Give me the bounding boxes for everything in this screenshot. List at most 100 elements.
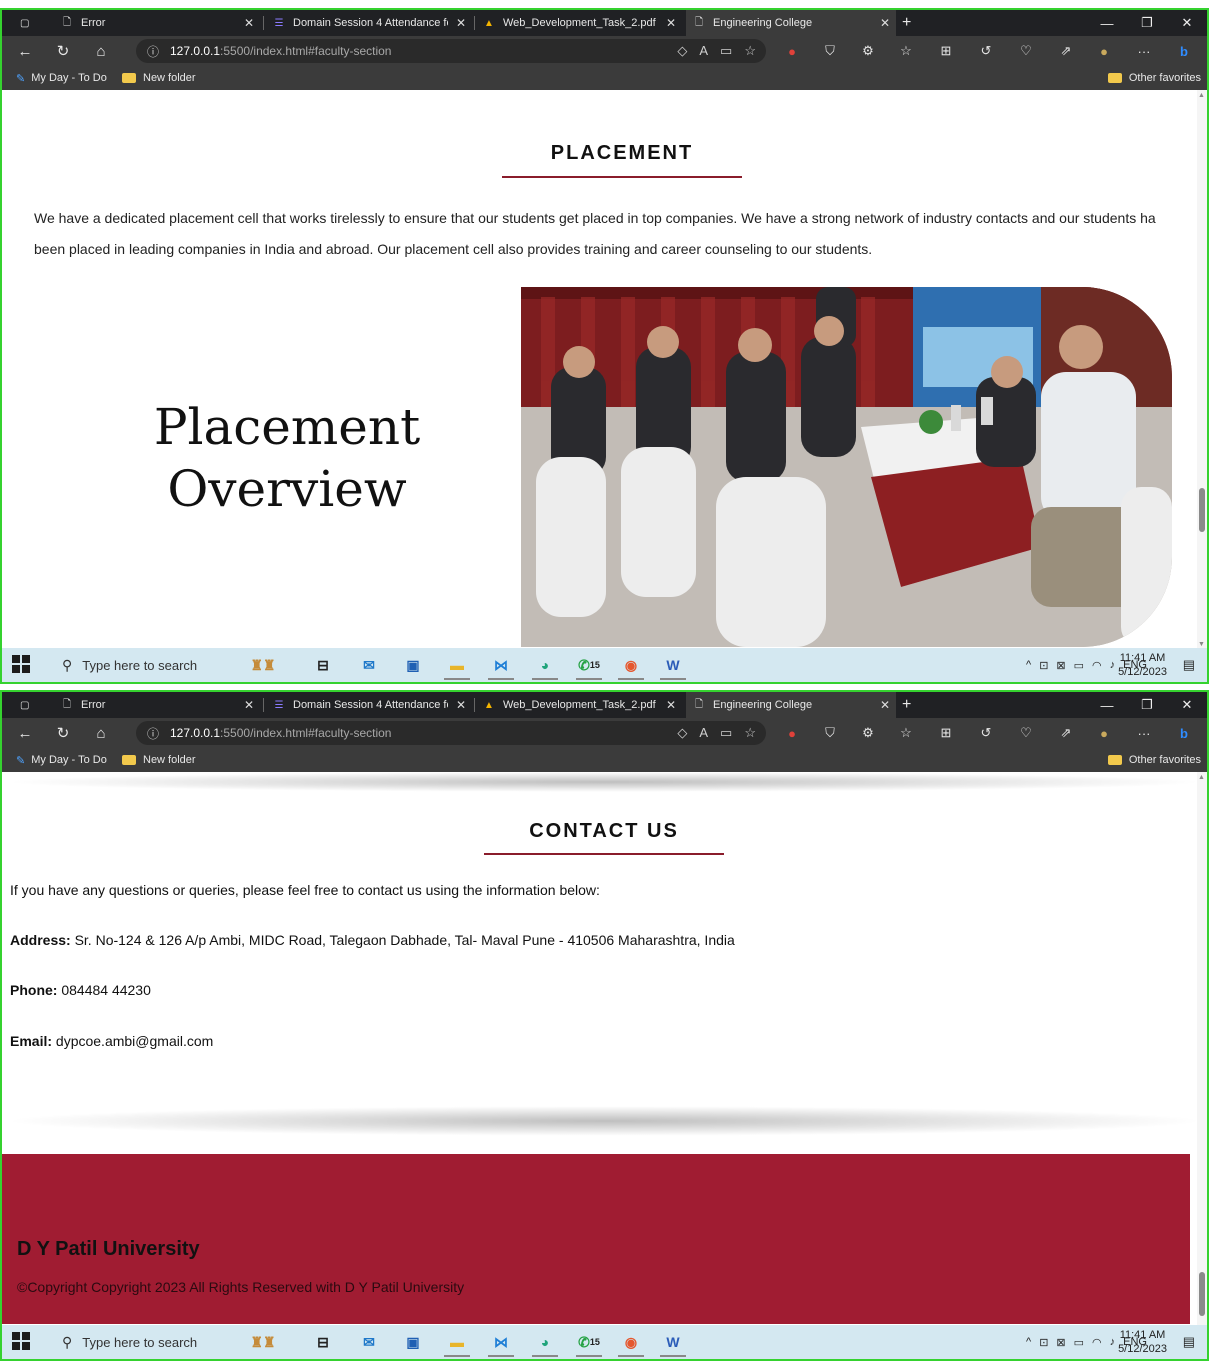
windows-start-icon[interactable] bbox=[12, 655, 32, 675]
page-scrollbar[interactable]: ▲ bbox=[1197, 772, 1207, 1327]
close-icon[interactable]: ✕ bbox=[456, 698, 466, 712]
favorite-my-day[interactable]: ✎ My Day - To Do bbox=[16, 748, 107, 772]
task-view-icon[interactable]: ⊟ bbox=[308, 652, 338, 678]
address-bar[interactable]: ⓘ 127.0.0.1:5500/index.html#faculty-sect… bbox=[136, 721, 766, 745]
share-icon[interactable]: ⇗ bbox=[1052, 722, 1080, 744]
favorite-my-day[interactable]: ✎ My Day - To Do bbox=[16, 66, 107, 90]
windows-start-icon[interactable] bbox=[12, 1332, 32, 1352]
back-icon[interactable]: ← bbox=[12, 40, 38, 62]
extension-icon[interactable]: ● bbox=[778, 722, 806, 744]
close-icon[interactable]: ✕ bbox=[244, 698, 254, 712]
extensions-icon[interactable]: ⚙ bbox=[854, 722, 882, 744]
mail-icon[interactable]: ✉ bbox=[354, 652, 384, 678]
favorites-icon[interactable]: ☆ bbox=[892, 722, 920, 744]
sync-icon[interactable]: ⊠ bbox=[1056, 659, 1065, 672]
tag-icon[interactable]: ◇ bbox=[677, 43, 687, 59]
refresh-icon[interactable]: ↻ bbox=[50, 722, 76, 744]
avatar[interactable]: ● bbox=[1090, 40, 1118, 62]
battery-icon[interactable]: ▭ bbox=[1074, 659, 1084, 672]
volume-icon[interactable]: ♪ bbox=[1110, 1336, 1116, 1348]
wifi-icon[interactable]: ◠ bbox=[1092, 659, 1102, 672]
restore-button[interactable]: ❐ bbox=[1127, 10, 1167, 36]
favorite-star-icon[interactable]: ☆ bbox=[744, 725, 756, 741]
favorites-icon[interactable]: ☆ bbox=[892, 40, 920, 62]
vscode-icon[interactable]: ⋈ bbox=[486, 1329, 516, 1357]
wifi-icon[interactable]: ◠ bbox=[1092, 1336, 1102, 1349]
other-favorites[interactable]: Other favorites bbox=[1107, 748, 1201, 772]
tab-actions-icon[interactable]: ▢ bbox=[14, 10, 38, 36]
edge-icon[interactable]: ◕ bbox=[530, 1329, 560, 1357]
refresh-icon[interactable]: ↻ bbox=[50, 40, 76, 62]
tab-error[interactable]: 🗋 Error ✕ bbox=[54, 692, 260, 718]
tab-attendance[interactable]: ☰ Domain Session 4 Attendance fo ✕ bbox=[266, 692, 472, 718]
sync-icon[interactable]: ⊠ bbox=[1056, 1336, 1065, 1349]
scrollbar-thumb[interactable] bbox=[1199, 488, 1205, 532]
notification-icon[interactable]: ▤ bbox=[1183, 1334, 1195, 1350]
collections-icon[interactable]: ⊞ bbox=[932, 722, 960, 744]
browser-essentials-icon[interactable]: ♡ bbox=[1012, 722, 1040, 744]
search-highlight-icon[interactable]: ♜♜ bbox=[248, 1329, 278, 1355]
info-icon[interactable]: ⓘ bbox=[136, 725, 170, 742]
clock[interactable]: 11:41 AM 5/12/2023 bbox=[1118, 651, 1167, 679]
vscode-icon[interactable]: ⋈ bbox=[486, 652, 516, 680]
page-scrollbar[interactable]: ▲ ▼ bbox=[1197, 90, 1207, 650]
meet-icon[interactable]: ⊡ bbox=[1039, 659, 1048, 672]
word-icon[interactable]: W bbox=[658, 1329, 688, 1357]
tab-engineering-college[interactable]: 🗋 Engineering College ✕ bbox=[686, 10, 896, 36]
taskbar-search[interactable]: ⚲ Type here to search bbox=[52, 1325, 242, 1359]
shield-icon[interactable]: ⛉ bbox=[816, 40, 844, 62]
close-icon[interactable]: ✕ bbox=[244, 16, 254, 30]
mail-icon[interactable]: ✉ bbox=[354, 1329, 384, 1355]
favorite-new-folder[interactable]: New folder bbox=[122, 748, 196, 772]
back-icon[interactable]: ← bbox=[12, 722, 38, 744]
chevron-up-icon[interactable]: ^ bbox=[1026, 659, 1031, 671]
favorite-star-icon[interactable]: ☆ bbox=[744, 43, 756, 59]
history-icon[interactable]: ↺ bbox=[972, 40, 1000, 62]
tab-pdf[interactable]: ▲ Web_Development_Task_2.pdf - ✕ bbox=[476, 692, 682, 718]
more-icon[interactable]: ··· bbox=[1130, 722, 1158, 744]
share-icon[interactable]: ⇗ bbox=[1052, 40, 1080, 62]
minimize-button[interactable]: — bbox=[1087, 692, 1127, 718]
other-favorites[interactable]: Other favorites bbox=[1107, 66, 1201, 90]
bing-icon[interactable]: b bbox=[1170, 722, 1198, 744]
home-icon[interactable]: ⌂ bbox=[88, 40, 114, 62]
read-aloud-icon[interactable]: A bbox=[699, 43, 708, 59]
firefox-icon[interactable]: ◉ bbox=[616, 652, 646, 680]
favorite-new-folder[interactable]: New folder bbox=[122, 66, 196, 90]
whatsapp-icon[interactable]: ✆ 15 bbox=[574, 1329, 604, 1357]
reader-icon[interactable]: ▭ bbox=[720, 725, 732, 741]
extensions-icon[interactable]: ⚙ bbox=[854, 40, 882, 62]
close-icon[interactable]: ✕ bbox=[456, 16, 466, 30]
restore-button[interactable]: ❐ bbox=[1127, 692, 1167, 718]
file-explorer-icon[interactable]: ▬ bbox=[442, 1329, 472, 1357]
meet-icon[interactable]: ⊡ bbox=[1039, 1336, 1048, 1349]
read-aloud-icon[interactable]: A bbox=[699, 725, 708, 741]
tab-actions-icon[interactable]: ▢ bbox=[14, 692, 38, 718]
chevron-up-icon[interactable]: ^ bbox=[1026, 1336, 1031, 1348]
close-icon[interactable]: ✕ bbox=[880, 698, 890, 712]
tab-attendance[interactable]: ☰ Domain Session 4 Attendance fo ✕ bbox=[266, 10, 472, 36]
close-icon[interactable]: ✕ bbox=[666, 16, 676, 30]
edge-icon[interactable]: ◕ bbox=[530, 652, 560, 680]
clock[interactable]: 11:41 AM 5/12/2023 bbox=[1118, 1328, 1167, 1356]
home-icon[interactable]: ⌂ bbox=[88, 722, 114, 744]
scrollbar-thumb[interactable] bbox=[1199, 1272, 1205, 1316]
history-icon[interactable]: ↺ bbox=[972, 722, 1000, 744]
task-view-icon[interactable]: ⊟ bbox=[308, 1329, 338, 1355]
firefox-icon[interactable]: ◉ bbox=[616, 1329, 646, 1357]
avatar[interactable]: ● bbox=[1090, 722, 1118, 744]
store-icon[interactable]: ▣ bbox=[398, 1329, 428, 1355]
minimize-button[interactable]: — bbox=[1087, 10, 1127, 36]
shield-icon[interactable]: ⛉ bbox=[816, 722, 844, 744]
reader-icon[interactable]: ▭ bbox=[720, 43, 732, 59]
store-icon[interactable]: ▣ bbox=[398, 652, 428, 678]
word-icon[interactable]: W bbox=[658, 652, 688, 680]
close-window-button[interactable]: ✕ bbox=[1167, 10, 1207, 36]
close-icon[interactable]: ✕ bbox=[666, 698, 676, 712]
browser-essentials-icon[interactable]: ♡ bbox=[1012, 40, 1040, 62]
more-icon[interactable]: ··· bbox=[1130, 40, 1158, 62]
tab-pdf[interactable]: ▲ Web_Development_Task_2.pdf - ✕ bbox=[476, 10, 682, 36]
tab-error[interactable]: 🗋 Error ✕ bbox=[54, 10, 260, 36]
tab-engineering-college[interactable]: 🗋 Engineering College ✕ bbox=[686, 692, 896, 718]
collections-icon[interactable]: ⊞ bbox=[932, 40, 960, 62]
